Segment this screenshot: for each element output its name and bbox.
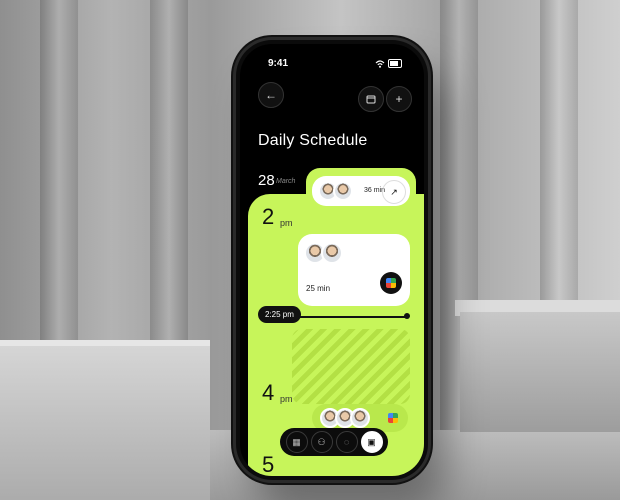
grid-icon: ▦ [292, 436, 301, 447]
current-time-dot [404, 313, 410, 319]
dock-chat-button[interactable]: ◌ [335, 431, 358, 453]
hour-label: 2 [262, 204, 275, 229]
pedestal-left [0, 340, 210, 500]
calendar-button[interactable] [358, 86, 384, 112]
arrow-up-right-icon: ↗ [390, 186, 398, 197]
event-avatars [320, 408, 370, 428]
wifi-icon [375, 59, 385, 68]
bottom-dock: ▦ ⚇ ◌ ▣ [280, 428, 388, 456]
event-card[interactable]: 36 min ↗ [312, 176, 410, 206]
plus-icon: + [395, 92, 403, 106]
event-card[interactable]: 25 min [298, 234, 410, 306]
avatar [321, 242, 343, 264]
current-time-line [298, 316, 408, 318]
dock-people-button[interactable]: ⚇ [310, 431, 333, 453]
event-avatars [304, 242, 343, 264]
chat-icon: ◌ [343, 437, 350, 447]
dock-grid-button[interactable]: ▦ [285, 431, 308, 453]
app-screen: 9:41 ← + Daily Schedule 28 March 36 min … [240, 44, 424, 476]
dock-calendar-button[interactable]: ▣ [360, 431, 383, 453]
status-time: 9:41 [268, 58, 289, 69]
page-title: Daily Schedule [258, 132, 368, 149]
back-button[interactable]: ← [258, 82, 284, 108]
join-meeting-button[interactable] [380, 272, 402, 294]
hour-label: 4 [262, 380, 275, 405]
status-bar: 9:41 [240, 58, 424, 72]
people-icon: ⚇ [317, 436, 326, 447]
open-event-button[interactable]: ↗ [382, 180, 406, 204]
pedestal-right [460, 312, 620, 432]
calendar-icon: ▣ [367, 436, 376, 447]
event-avatars [318, 181, 353, 201]
calendar-icon [366, 95, 376, 104]
add-event-button[interactable]: + [386, 86, 412, 112]
battery-icon [388, 59, 402, 68]
hour-suffix: pm [280, 218, 293, 228]
phone-frame: 9:41 ← + Daily Schedule 28 March 36 min … [236, 40, 428, 480]
busy-slot [292, 329, 410, 404]
hour-label: 5 [262, 452, 275, 476]
status-icons [375, 59, 402, 68]
current-time-label: 2:25 pm [258, 306, 301, 323]
google-meet-icon [386, 278, 396, 288]
google-meet-icon [388, 413, 398, 423]
date-day: 28 [258, 172, 275, 189]
avatar [350, 408, 370, 428]
back-arrow-icon: ← [265, 88, 277, 102]
event-duration: 25 min [306, 284, 331, 293]
hour-suffix: pm [280, 394, 293, 404]
avatar [333, 181, 353, 201]
date-month: March [276, 178, 296, 185]
